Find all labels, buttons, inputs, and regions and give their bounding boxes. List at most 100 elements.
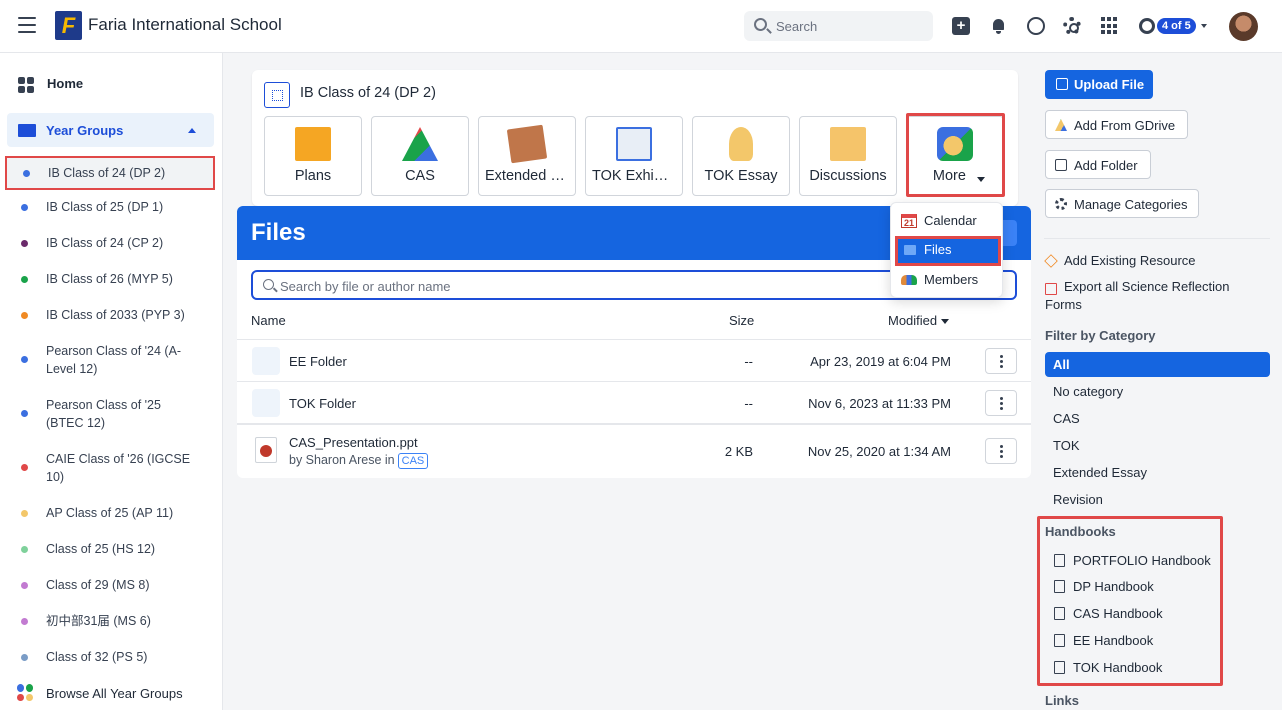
menu-item-label: Calendar xyxy=(924,213,977,228)
tile-discussions[interactable]: Discussions xyxy=(799,116,897,196)
links-title: Links xyxy=(1045,693,1079,708)
class-icon xyxy=(264,82,290,108)
sidebar-item-year-group[interactable]: CAIE Class of '26 (IGCSE 10) xyxy=(0,450,222,486)
file-modified: Nov 25, 2020 at 1:34 AM xyxy=(807,444,951,459)
button-label: Upload File xyxy=(1074,77,1145,92)
file-size: 2 KB xyxy=(724,444,753,459)
class-title: IB Class of 24 (DP 2) xyxy=(300,85,436,101)
table-row[interactable]: TOK Folder -- Nov 6, 2023 at 11:33 PM xyxy=(237,381,1031,423)
row-actions-button[interactable] xyxy=(985,348,1017,374)
category-no-category[interactable]: No category xyxy=(1045,379,1270,404)
table-row[interactable]: EE Folder -- Apr 23, 2019 at 6:04 PM xyxy=(237,339,1031,381)
sidebar-item-year-groups[interactable]: Year Groups xyxy=(7,113,214,147)
gear-icon[interactable] xyxy=(1063,17,1081,35)
sidebar-item-year-group[interactable]: IB Class of 26 (MYP 5) xyxy=(0,270,222,288)
sidebar-item-year-group[interactable]: Class of 32 (PS 5) xyxy=(0,648,222,666)
file-size: -- xyxy=(744,354,753,369)
chat-icon[interactable] xyxy=(1027,17,1045,35)
table-row[interactable]: CAS_Presentation.ppt by Sharon Arese in C… xyxy=(237,423,1031,478)
school-name[interactable]: Faria International School xyxy=(88,15,282,35)
category-label: Extended Essay xyxy=(1053,465,1147,480)
add-from-gdrive-button[interactable]: Add From GDrive xyxy=(1045,110,1188,139)
button-label: Manage Categories xyxy=(1074,197,1188,212)
tile-label: Plans xyxy=(294,168,332,184)
search-icon xyxy=(263,279,274,290)
row-actions-button[interactable] xyxy=(985,390,1017,416)
sidebar-item-label: IB Class of 24 (CP 2) xyxy=(46,236,164,250)
category-label: Revision xyxy=(1053,492,1103,507)
tile-tok-essay[interactable]: TOK Essay xyxy=(692,116,790,196)
menu-item-members[interactable]: Members xyxy=(891,266,1004,294)
tile-plans[interactable]: Plans xyxy=(264,116,362,196)
calendar-icon: 21 xyxy=(901,214,917,228)
menu-item-files[interactable]: Files xyxy=(895,236,1001,266)
menu-icon[interactable] xyxy=(18,17,36,33)
chevron-up-icon[interactable] xyxy=(188,128,196,133)
sidebar-item-year-group[interactable]: IB Class of 25 (DP 1) xyxy=(0,198,222,216)
handbook-label: TOK Handbook xyxy=(1073,660,1163,675)
tile-tok-exhibition[interactable]: TOK Exhibition xyxy=(585,116,683,196)
sidebar-item-year-group[interactable]: AP Class of 25 (AP 11) xyxy=(0,504,222,522)
layers-icon xyxy=(1044,254,1058,268)
upload-file-button[interactable]: Upload File xyxy=(1045,70,1153,99)
home-grid-icon xyxy=(18,77,34,93)
year-group-color-dot xyxy=(21,356,28,363)
sidebar-item-year-group[interactable]: IB Class of 24 (DP 2) xyxy=(5,156,215,190)
column-name[interactable]: Name xyxy=(251,313,286,328)
category-revision[interactable]: Revision xyxy=(1045,487,1270,512)
sidebar-item-label: IB Class of 24 (DP 2) xyxy=(48,166,166,180)
category-label: TOK xyxy=(1053,438,1080,453)
sidebar-item-year-group[interactable]: Class of 29 (MS 8) xyxy=(0,576,222,594)
file-name[interactable]: CAS_Presentation.ppt xyxy=(289,435,418,450)
chevron-down-icon[interactable] xyxy=(1201,24,1207,28)
column-modified[interactable]: Modified xyxy=(888,313,950,328)
file-modified: Nov 6, 2023 at 11:33 PM xyxy=(808,396,951,411)
bell-icon[interactable] xyxy=(990,17,1008,35)
avatar[interactable] xyxy=(1229,12,1258,41)
handbook-label: EE Handbook xyxy=(1073,633,1154,648)
file-name[interactable]: TOK Folder xyxy=(289,396,356,411)
add-folder-button[interactable]: Add Folder xyxy=(1045,150,1151,179)
search-input[interactable]: Search xyxy=(744,11,933,41)
menu-item-calendar[interactable]: 21 Calendar xyxy=(891,207,1004,235)
apps-icon[interactable] xyxy=(1101,17,1119,35)
column-size[interactable]: Size xyxy=(729,313,754,328)
category-extended-essay[interactable]: Extended Essay xyxy=(1045,460,1270,485)
ppt-file-icon xyxy=(255,437,277,463)
manage-categories-button[interactable]: Manage Categories xyxy=(1045,189,1199,218)
row-actions-button[interactable] xyxy=(985,438,1017,464)
sidebar-item-label: Pearson Class of '24 (A-Level 12) xyxy=(46,344,182,376)
button-label: Add Folder xyxy=(1074,158,1138,173)
tile-label: TOK Exhibition xyxy=(592,168,682,184)
year-group-color-dot xyxy=(21,240,28,247)
sidebar-item-year-group[interactable]: IB Class of 24 (CP 2) xyxy=(0,234,222,252)
sidebar-item-year-group[interactable]: IB Class of 2033 (PYP 3) xyxy=(0,306,222,324)
tile-extended-essay[interactable]: Extended Essay xyxy=(478,116,576,196)
add-icon[interactable]: + xyxy=(952,17,970,35)
tok-exhibition-icon xyxy=(616,127,652,161)
sidebar-item-year-group[interactable]: Class of 25 (HS 12) xyxy=(0,540,222,558)
progress-badge[interactable]: 4 of 5 xyxy=(1157,18,1196,34)
sidebar-item-label: CAIE Class of '26 (IGCSE 10) xyxy=(46,452,191,484)
category-cas[interactable]: CAS xyxy=(1045,406,1270,431)
tile-label: Extended Essay xyxy=(485,168,575,184)
tile-cas[interactable]: CAS xyxy=(371,116,469,196)
sidebar-item-label: Home xyxy=(47,76,84,91)
plans-icon xyxy=(295,127,331,161)
sidebar-item-year-group[interactable]: Pearson Class of '24 (A-Level 12) xyxy=(0,342,222,378)
help-icon[interactable] xyxy=(1139,18,1155,34)
category-tok[interactable]: TOK xyxy=(1045,433,1270,458)
category-label: All xyxy=(1053,357,1070,372)
category-tag[interactable]: CAS xyxy=(397,453,429,469)
sidebar-item-year-group[interactable]: Pearson Class of '25 (BTEC 12) xyxy=(0,396,222,432)
school-logo[interactable]: F xyxy=(55,11,82,40)
file-search-placeholder: Search by file or author name xyxy=(280,279,451,294)
sidebar-item-year-group[interactable]: 初中部31届 (MS 6) xyxy=(0,612,222,630)
sidebar-item-label: AP Class of 25 (AP 11) xyxy=(46,506,174,520)
sidebar-item-label: Class of 32 (PS 5) xyxy=(46,650,148,664)
category-all[interactable]: All xyxy=(1045,352,1270,377)
file-name[interactable]: EE Folder xyxy=(289,354,347,369)
link-label: Add Existing Resource xyxy=(1064,253,1196,268)
year-group-color-dot xyxy=(21,464,28,471)
folder-icon xyxy=(904,245,916,255)
